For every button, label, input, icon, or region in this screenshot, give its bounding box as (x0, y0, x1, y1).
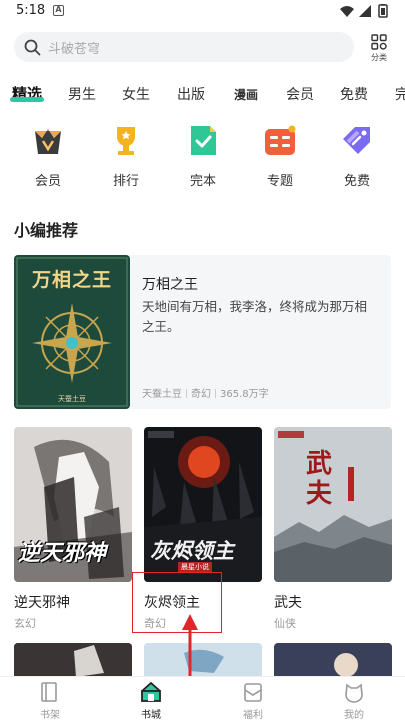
book-cover-text: 武夫 (306, 449, 333, 509)
tab-female[interactable]: 女生 (122, 84, 150, 104)
featured-book-meta: 天蚕土豆 奇幻 365.8万字 (142, 385, 269, 400)
quick-link-vip[interactable]: 会员 (18, 124, 78, 189)
search-input[interactable]: 斗破苍穹 (14, 32, 354, 62)
book-title: 武夫 (274, 595, 302, 611)
book-cover-partial[interactable] (274, 643, 392, 678)
highlight-box (132, 572, 222, 633)
book-cover: 逆天邪神 (14, 427, 132, 582)
bookstore-home-icon (141, 681, 161, 702)
quick-link-ranking[interactable]: 排行 (96, 124, 156, 189)
quick-link-free[interactable]: 免费 (327, 124, 387, 189)
status-time: 5:18 (16, 3, 46, 18)
book-genre: 仙侠 (274, 617, 296, 630)
book-cover: 武夫 (274, 427, 392, 582)
book-title: 逆天邪神 (14, 595, 70, 611)
quick-link-label: 免费 (343, 174, 370, 189)
tab-free[interactable]: 免费 (340, 84, 368, 104)
quick-link-label: 专题 (266, 174, 293, 189)
nav-profile[interactable]: 我的 (324, 681, 384, 720)
book-cover-partial[interactable] (14, 643, 132, 678)
bottom-navigation: 书架 书城 福利 我的 (0, 676, 405, 720)
featured-cover-title: 万相之王 (31, 269, 112, 291)
featured-book-author: 天蚕土豆 (142, 389, 182, 400)
search-placeholder: 斗破苍穹 (48, 42, 101, 57)
nav-label: 我的 (344, 710, 364, 720)
category-grid-icon (371, 34, 387, 50)
completed-check-icon (191, 126, 216, 155)
featured-book-title: 万相之王 (142, 277, 198, 293)
nav-welfare[interactable]: 福利 (223, 681, 283, 720)
bookshelf-icon (41, 682, 57, 702)
category-button[interactable]: 分类 (362, 32, 396, 64)
nav-bookshelf[interactable]: 书架 (20, 681, 80, 720)
active-tab-indicator (10, 97, 44, 102)
book-cover-subtext: 晨星小说 (178, 562, 212, 572)
quick-link-topics[interactable]: 专题 (250, 124, 310, 189)
book-cover-text: 灰烬领主 (150, 538, 234, 563)
nav-label: 书架 (40, 710, 60, 720)
featured-book-words: 365.8万字 (220, 389, 269, 400)
status-bar: 5:18 A (0, 0, 405, 24)
profile-bear-icon (345, 683, 363, 703)
featured-book-genre: 奇幻 (191, 389, 211, 400)
quick-link-label: 完本 (189, 174, 216, 189)
book-cover-partial[interactable] (144, 643, 262, 678)
category-label: 分类 (371, 53, 387, 62)
quick-link-completed[interactable]: 完本 (173, 124, 233, 189)
nav-bookstore[interactable]: 书城 (121, 681, 181, 720)
signal-icon (359, 5, 371, 17)
featured-book-description: 天地间有万相，我李洛，终将成为那万相之王。 (142, 299, 368, 334)
featured-book-cover: 万相之王 天蚕土豆 (14, 255, 130, 409)
tab-completed[interactable]: 完 (395, 84, 405, 104)
nav-label: 书城 (141, 710, 161, 720)
free-tag-icon (343, 127, 370, 154)
wifi-icon (340, 6, 354, 17)
featured-cover-author: 天蚕土豆 (58, 395, 86, 403)
notification-a-icon: A (53, 5, 64, 16)
quick-link-label: 排行 (112, 174, 139, 189)
book-cover: 灰烬领主 晨星小说 (144, 427, 262, 582)
tab-comics[interactable]: 漫画 (234, 86, 258, 103)
annotation-arrow-icon (182, 614, 198, 684)
tab-publish[interactable]: 出版 (177, 84, 205, 104)
trophy-icon (117, 127, 135, 155)
vip-crown-icon (35, 129, 61, 154)
featured-book-card[interactable]: 万相之王 天蚕土豆 万相之王 天地间有万相，我李洛，终将成为那万相之王。 天蚕土… (14, 255, 391, 409)
welfare-envelope-icon (244, 683, 262, 702)
channel-tabs: 精选 男生 女生 出版 漫画 会员 免费 完 (0, 80, 405, 110)
search-icon (24, 39, 41, 56)
tab-vip[interactable]: 会员 (286, 84, 314, 104)
nav-label: 福利 (243, 710, 263, 720)
tab-male[interactable]: 男生 (68, 84, 96, 104)
topic-grid-icon (265, 125, 296, 155)
status-icons (340, 4, 388, 18)
section-title: 小编推荐 (14, 221, 79, 240)
book-cover-text: 逆天邪神 (18, 540, 107, 566)
book-genre: 玄幻 (14, 617, 36, 630)
quick-link-label: 会员 (34, 174, 61, 189)
